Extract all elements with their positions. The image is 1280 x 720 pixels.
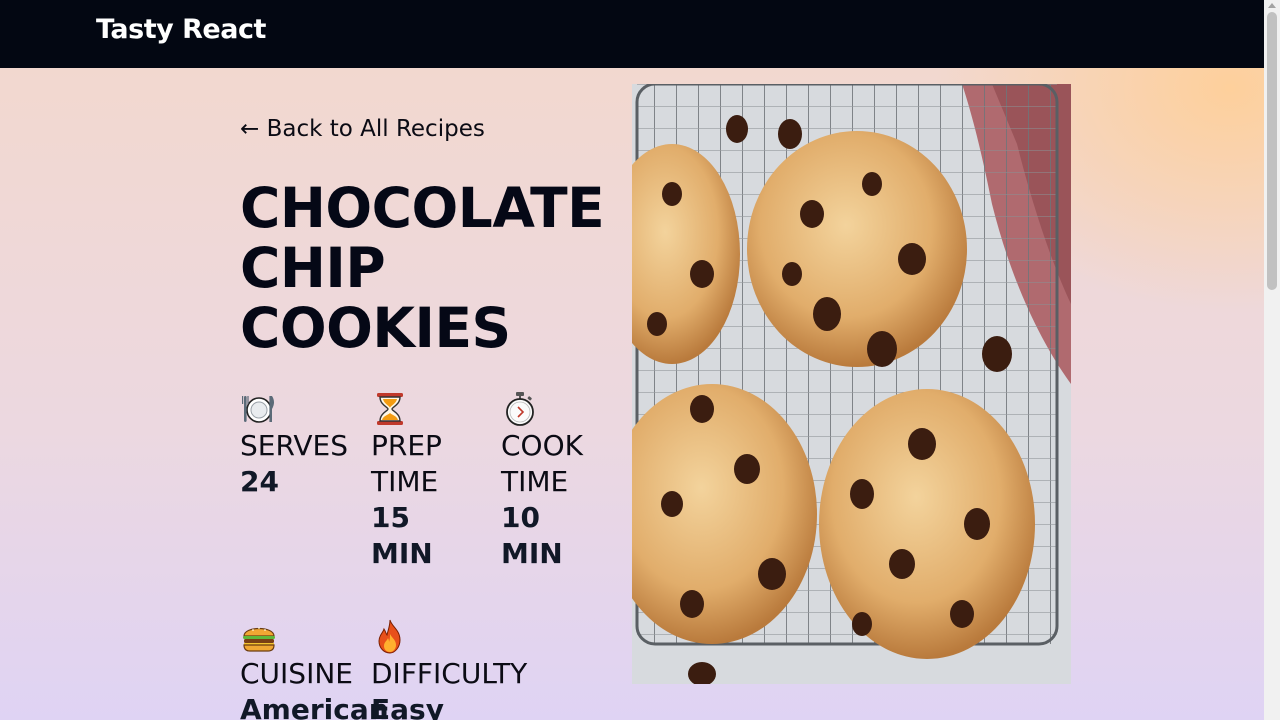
- hamburger-icon: [240, 618, 278, 656]
- top-navbar: Tasty React: [0, 0, 1264, 68]
- meta-value: 15 MIN: [371, 501, 433, 570]
- brand-logo[interactable]: Tasty React: [96, 14, 266, 45]
- meta-label: SERVES: [240, 429, 349, 462]
- meta-value: American: [240, 693, 389, 720]
- fork-plate-knife-icon: [240, 390, 278, 428]
- recipe-page: ← Back to All Recipes CHOCOLATE CHIP COO…: [0, 68, 1264, 720]
- meta-cook-time: COOK TIME 10 MIN: [501, 390, 601, 572]
- recipe-title: CHOCOLATE CHIP COOKIES: [240, 178, 660, 358]
- meta-prep-time: PREP TIME 15 MIN: [371, 390, 471, 572]
- scrollbar-thumb[interactable]: [1267, 12, 1277, 290]
- meta-label: DIFFICULTY: [371, 657, 528, 690]
- back-to-recipes-link[interactable]: ← Back to All Recipes: [240, 116, 485, 142]
- meta-value: 24: [240, 465, 279, 498]
- scroll-up-arrow-icon[interactable]: [1268, 3, 1276, 8]
- meta-label: PREP TIME: [371, 429, 442, 498]
- meta-difficulty: DIFFICULTY Easy: [371, 618, 528, 720]
- recipe-photo: [632, 84, 1071, 684]
- meta-cuisine: CUISINE American: [240, 618, 389, 720]
- meta-value: Easy: [371, 693, 444, 720]
- title-line-3: COOKIES: [240, 296, 511, 360]
- page-scrollbar[interactable]: [1264, 0, 1280, 720]
- fire-icon: [371, 618, 409, 656]
- title-line-1: CHOCOLATE: [240, 176, 605, 240]
- meta-label: CUISINE: [240, 657, 353, 690]
- meta-value: 10 MIN: [501, 501, 563, 570]
- meta-serves: SERVES 24: [240, 390, 370, 500]
- meta-label: COOK TIME: [501, 429, 583, 498]
- title-line-2: CHIP: [240, 236, 386, 300]
- stopwatch-icon: [501, 390, 539, 428]
- hourglass-icon: [371, 390, 409, 428]
